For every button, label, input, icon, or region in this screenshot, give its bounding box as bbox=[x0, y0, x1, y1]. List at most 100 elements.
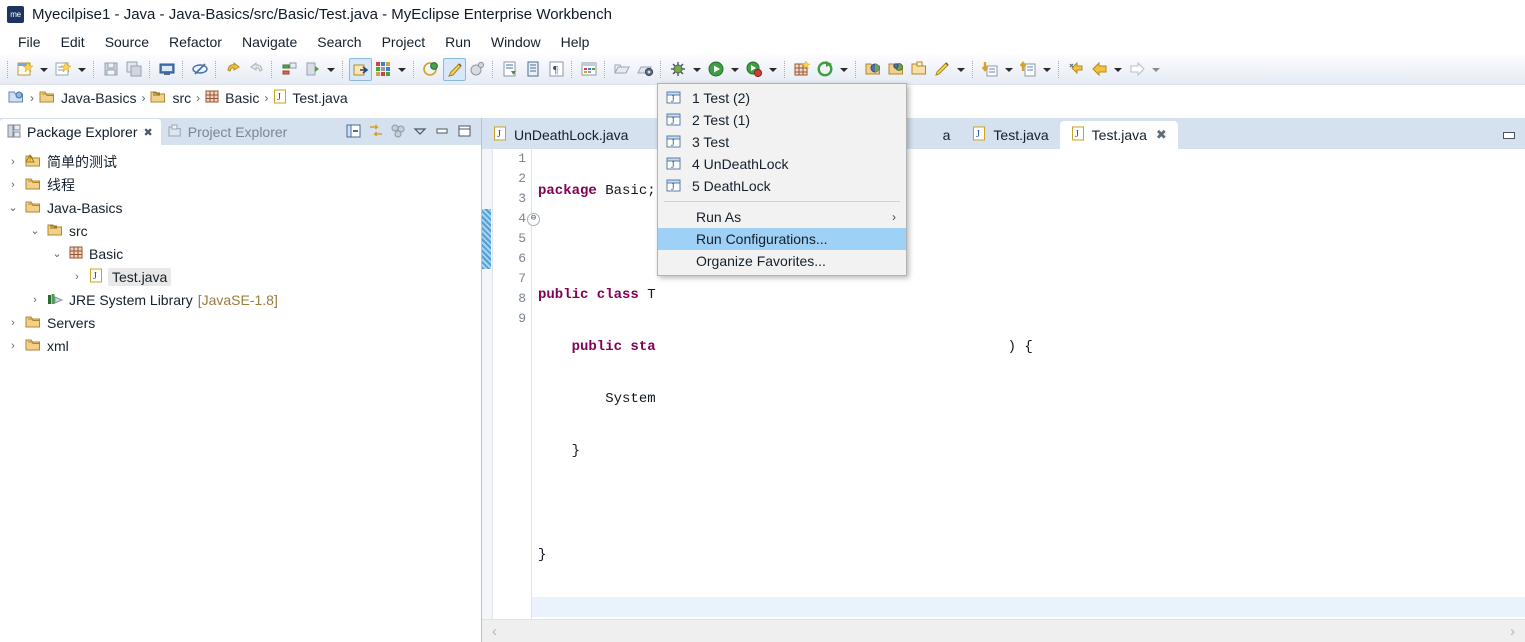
console-icon[interactable] bbox=[156, 58, 179, 81]
properties-icon[interactable] bbox=[466, 58, 489, 81]
menu-item-organize-favorites[interactable]: Organize Favorites... bbox=[658, 250, 906, 272]
editor-tab-test-2[interactable]: J Test.java bbox=[961, 121, 1059, 149]
download-dropdown[interactable] bbox=[1002, 58, 1017, 81]
open-archive-icon[interactable] bbox=[908, 58, 931, 81]
menu-project[interactable]: Project bbox=[372, 32, 436, 52]
forward-dropdown[interactable] bbox=[1149, 58, 1164, 81]
open-folder-icon[interactable] bbox=[885, 58, 908, 81]
tree-row[interactable]: ⌄ Basic bbox=[0, 242, 481, 265]
run-error-dropdown[interactable] bbox=[766, 58, 781, 81]
new-wizard-dropdown[interactable] bbox=[37, 58, 52, 81]
new-java-class-icon[interactable] bbox=[52, 58, 75, 81]
minimize-icon[interactable] bbox=[433, 122, 453, 142]
tree-row[interactable]: › ! 简单的测试 bbox=[0, 150, 481, 173]
pencil-dropdown[interactable] bbox=[954, 58, 969, 81]
tab-project-explorer[interactable]: Project Explorer bbox=[161, 119, 296, 145]
menu-run[interactable]: Run bbox=[435, 32, 481, 52]
debug-dropdown[interactable] bbox=[690, 58, 705, 81]
table-icon[interactable] bbox=[578, 58, 601, 81]
tab-package-explorer[interactable]: Package Explorer ✖ bbox=[0, 119, 161, 145]
tree-row[interactable]: › 线程 bbox=[0, 173, 481, 196]
undo-icon[interactable] bbox=[222, 58, 245, 81]
editor-tab-undeathlock[interactable]: J UnDeathLock.java bbox=[482, 121, 639, 149]
collapse-all-icon[interactable] bbox=[345, 122, 365, 142]
tree-row[interactable]: › J Test.java bbox=[0, 265, 481, 288]
menu-item-run-test-1[interactable]: J 2 Test (1) bbox=[658, 109, 906, 131]
back-icon[interactable] bbox=[1088, 58, 1111, 81]
menu-window[interactable]: Window bbox=[481, 32, 551, 52]
run-dropdown[interactable] bbox=[728, 58, 743, 81]
java-doc-icon[interactable] bbox=[499, 58, 522, 81]
twisty-expanded-icon[interactable]: ⌄ bbox=[50, 247, 64, 260]
editor-minimize-icon[interactable] bbox=[1500, 128, 1517, 143]
twisty-collapsed-icon[interactable]: › bbox=[6, 156, 20, 168]
color-palette-icon[interactable] bbox=[372, 58, 395, 81]
breadcrumb-item-project[interactable]: Java-Basics bbox=[39, 89, 136, 107]
tree-row[interactable]: › Servers bbox=[0, 311, 481, 334]
open-type-icon[interactable] bbox=[522, 58, 545, 81]
twisty-expanded-icon[interactable]: ⌄ bbox=[28, 224, 42, 237]
download-icon[interactable] bbox=[979, 58, 1002, 81]
deploy-dropdown[interactable] bbox=[324, 58, 339, 81]
menu-source[interactable]: Source bbox=[95, 32, 159, 52]
open-package-icon[interactable] bbox=[862, 58, 885, 81]
twisty-expanded-icon[interactable]: ⌄ bbox=[6, 201, 20, 214]
twisty-collapsed-icon[interactable]: › bbox=[6, 340, 20, 352]
import-export-icon[interactable] bbox=[278, 58, 301, 81]
back-dropdown[interactable] bbox=[1111, 58, 1126, 81]
upload-icon[interactable] bbox=[1017, 58, 1040, 81]
no-marker-icon[interactable] bbox=[189, 58, 212, 81]
menu-navigate[interactable]: Navigate bbox=[232, 32, 307, 52]
link-with-editor-icon[interactable] bbox=[367, 122, 387, 142]
tree-row[interactable]: › JRE System Library [JavaSE-1.8] bbox=[0, 288, 481, 311]
breadcrumb-item-package[interactable]: Basic bbox=[205, 89, 259, 107]
tree-row[interactable]: ⌄ Java-Basics bbox=[0, 196, 481, 219]
editor-tab-test-active[interactable]: J Test.java ✖ bbox=[1059, 121, 1178, 149]
run-icon[interactable] bbox=[705, 58, 728, 81]
upload-dropdown[interactable] bbox=[1040, 58, 1055, 81]
menu-help[interactable]: Help bbox=[551, 32, 600, 52]
maximize-icon[interactable] bbox=[455, 122, 475, 142]
menu-edit[interactable]: Edit bbox=[51, 32, 95, 52]
scroll-right-icon[interactable]: › bbox=[1500, 623, 1525, 640]
color-palette-dropdown[interactable] bbox=[395, 58, 410, 81]
twisty-collapsed-icon[interactable]: › bbox=[28, 294, 42, 306]
new-wizard-icon[interactable] bbox=[14, 58, 37, 81]
new-table-icon[interactable] bbox=[791, 58, 814, 81]
refresh-icon[interactable] bbox=[814, 58, 837, 81]
close-icon[interactable]: ✖ bbox=[144, 126, 153, 139]
tree-row[interactable]: ⌄ src bbox=[0, 219, 481, 242]
refresh-dropdown[interactable] bbox=[837, 58, 852, 81]
menu-item-run-test-2[interactable]: J 1 Test (2) bbox=[658, 87, 906, 109]
breadcrumb-item-workspace[interactable] bbox=[8, 89, 25, 107]
view-menu-dots-icon[interactable] bbox=[389, 122, 409, 142]
twisty-collapsed-icon[interactable]: › bbox=[6, 179, 20, 191]
menu-item-run-test[interactable]: J 3 Test bbox=[658, 131, 906, 153]
menu-search[interactable]: Search bbox=[307, 32, 371, 52]
menu-refactor[interactable]: Refactor bbox=[159, 32, 232, 52]
pencil-icon[interactable] bbox=[931, 58, 954, 81]
snapshot-icon[interactable] bbox=[634, 58, 657, 81]
menu-item-run-deathlock[interactable]: J 5 DeathLock bbox=[658, 175, 906, 197]
close-icon[interactable]: ✖ bbox=[1156, 127, 1167, 143]
paint-brush-icon[interactable] bbox=[443, 58, 466, 81]
run-error-icon[interactable] bbox=[743, 58, 766, 81]
pilcrow-icon[interactable]: ¶ bbox=[545, 58, 568, 81]
scroll-left-icon[interactable]: ‹ bbox=[482, 623, 507, 640]
db-browser-icon[interactable] bbox=[420, 58, 443, 81]
breadcrumb-item-file[interactable]: J Test.java bbox=[273, 89, 348, 107]
tree-row[interactable]: › xml bbox=[0, 334, 481, 357]
menu-file[interactable]: File bbox=[8, 32, 51, 52]
view-menu-icon[interactable] bbox=[411, 122, 431, 142]
menu-item-run-undeathlock[interactable]: J 4 UnDeathLock bbox=[658, 153, 906, 175]
menu-item-run-configurations[interactable]: Run Configurations... bbox=[658, 228, 906, 250]
new-java-class-dropdown[interactable] bbox=[75, 58, 90, 81]
twisty-collapsed-icon[interactable]: › bbox=[70, 271, 84, 283]
menu-item-run-as[interactable]: Run As › bbox=[658, 206, 906, 228]
back-history-icon[interactable] bbox=[1065, 58, 1088, 81]
debug-icon[interactable] bbox=[667, 58, 690, 81]
deploy-icon[interactable] bbox=[301, 58, 324, 81]
breadcrumb-item-src[interactable]: src bbox=[150, 89, 191, 107]
twisty-collapsed-icon[interactable]: › bbox=[6, 317, 20, 329]
horizontal-scrollbar[interactable]: ‹ › bbox=[482, 619, 1525, 642]
